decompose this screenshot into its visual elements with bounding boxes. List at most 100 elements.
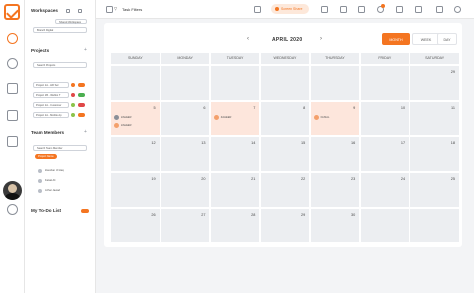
day-cell[interactable] xyxy=(310,66,360,100)
next-month-icon[interactable]: › xyxy=(320,36,322,42)
day-cell[interactable]: 17 xyxy=(360,137,410,171)
calendar-event[interactable]: ZAHEER xyxy=(114,123,132,129)
team-icon[interactable] xyxy=(7,58,18,69)
day-cell[interactable]: 27 xyxy=(160,208,210,243)
workspace-edit-icon[interactable] xyxy=(78,9,82,13)
day-cell[interactable]: 11 xyxy=(410,101,459,136)
day-view-button[interactable]: DAY xyxy=(437,33,457,45)
day-cell[interactable]: 13 xyxy=(160,137,210,171)
search-projects-input[interactable]: Search Projects xyxy=(33,62,87,68)
todo-count-badge[interactable] xyxy=(81,209,89,213)
day-cell[interactable]: 28 xyxy=(210,208,260,243)
back-arrow-icon[interactable] xyxy=(106,6,113,13)
menu-icon[interactable] xyxy=(254,6,261,13)
member-avatar xyxy=(38,189,42,193)
document-icon[interactable] xyxy=(7,110,18,121)
day-cell[interactable]: 25 xyxy=(410,173,459,207)
project-item[interactable]: Project 1A - Customer xyxy=(33,102,69,108)
day-number: 5 xyxy=(153,105,156,110)
day-cell[interactable]: 30 xyxy=(310,208,360,243)
calendar-nav-icon[interactable] xyxy=(7,83,18,94)
month-view-button[interactable]: MONTH xyxy=(382,33,410,45)
event-avatar xyxy=(114,123,119,129)
top-bar: ▽ Task Filters Screen Share xyxy=(96,0,474,19)
task-filters-dropdown[interactable]: Task Filters xyxy=(122,7,142,12)
day-cell[interactable] xyxy=(260,66,310,100)
screen-share-button[interactable]: Screen Share xyxy=(271,4,309,14)
user-avatar[interactable] xyxy=(3,181,22,200)
tag-icon[interactable] xyxy=(436,6,443,13)
project-item[interactable]: Project 1A - Mobile Ap xyxy=(33,112,69,118)
day-header-thursday: THURSDAY xyxy=(310,53,360,64)
day-cell[interactable]: 19 xyxy=(111,173,160,207)
day-cell[interactable] xyxy=(360,66,410,100)
project-progress-chip xyxy=(78,93,85,97)
prev-month-icon[interactable]: ‹ xyxy=(247,36,249,42)
day-cell[interactable]: 18 xyxy=(410,137,459,171)
day-cell[interactable]: 9 FAISAL xyxy=(310,101,360,136)
add-member-icon[interactable]: + xyxy=(84,130,87,135)
day-number: 16 xyxy=(350,141,356,146)
clipboard-icon[interactable] xyxy=(321,6,328,13)
day-cell[interactable]: 29 xyxy=(410,66,459,100)
day-number: 18 xyxy=(450,141,455,146)
day-cell[interactable]: 14 xyxy=(210,137,260,171)
help-icon[interactable] xyxy=(454,6,461,13)
report-icon[interactable] xyxy=(7,136,18,147)
project-item[interactable]: Project 1A - HR Sel xyxy=(33,82,69,88)
project-label: Project 1A - Customer xyxy=(36,104,62,107)
chart-icon[interactable] xyxy=(415,6,422,13)
board-icon[interactable] xyxy=(358,6,365,13)
day-cell[interactable]: 22 xyxy=(260,173,310,207)
day-number: 24 xyxy=(400,177,406,182)
shared-workspace-pill[interactable]: Shared Workspace xyxy=(55,19,87,24)
project-name-tag[interactable]: Project Name xyxy=(35,154,57,159)
day-cell[interactable]: 24 xyxy=(360,173,410,207)
search-team-input[interactable]: Search Team Member xyxy=(33,145,87,151)
filter-icon[interactable]: ▽ xyxy=(114,6,117,11)
calendar-event[interactable]: FAISAL xyxy=(313,115,329,121)
calendar-event[interactable]: ZAHEER xyxy=(114,115,132,121)
day-cell[interactable]: 5 ZAHEER ZAHEER xyxy=(111,101,160,136)
member-avatar xyxy=(38,179,42,183)
app-logo-icon[interactable] xyxy=(4,4,20,20)
day-header-friday: FRIDAY xyxy=(360,53,410,64)
day-cell[interactable]: 23 xyxy=(310,173,360,207)
day-cell[interactable]: 16 xyxy=(310,137,360,171)
week-view-button[interactable]: WEEK xyxy=(412,33,440,45)
day-cell[interactable]: 26 xyxy=(111,208,160,243)
day-cell[interactable]: 20 xyxy=(160,173,210,207)
day-cell[interactable]: 6 xyxy=(160,101,210,136)
day-cell[interactable] xyxy=(160,66,210,100)
day-cell[interactable]: 10 xyxy=(360,101,410,136)
dashboard-icon[interactable] xyxy=(7,33,18,44)
day-cell[interactable]: 15 xyxy=(260,137,310,171)
day-cell[interactable]: 8 xyxy=(260,101,310,136)
day-cell[interactable] xyxy=(360,208,410,243)
add-project-icon[interactable]: + xyxy=(84,48,87,53)
day-cell[interactable] xyxy=(410,208,459,243)
member-name[interactable]: Azhar Jawad xyxy=(45,189,60,192)
day-number: 20 xyxy=(201,177,206,182)
member-name[interactable]: Zeeshan Ul Haq xyxy=(45,169,64,172)
workspace-settings-icon[interactable] xyxy=(66,9,70,13)
settings-icon[interactable] xyxy=(7,204,18,215)
day-cell[interactable] xyxy=(111,66,160,100)
calendar-icon[interactable] xyxy=(340,6,347,13)
day-number: 26 xyxy=(151,212,156,217)
day-cell[interactable] xyxy=(210,66,260,100)
day-cell[interactable]: 7 ZAHEER xyxy=(210,101,260,136)
projects-title: Projects xyxy=(31,48,50,53)
calendar-event[interactable]: ZAHEER xyxy=(213,115,231,121)
day-cell[interactable]: 21 xyxy=(210,173,260,207)
day-cell[interactable]: 12 xyxy=(111,137,160,171)
day-cell[interactable]: 29 xyxy=(260,208,310,243)
shared-workspace-label: Shared Workspace xyxy=(59,20,82,24)
project-item[interactable]: Project 1B - Weblio T xyxy=(33,92,69,98)
left-panel: Workspaces Shared Workspace Branch Digit… xyxy=(25,0,96,293)
trash-icon[interactable] xyxy=(396,6,403,13)
member-name[interactable]: Faisal Ali xyxy=(45,179,55,182)
workspace-select-value: Branch Digital xyxy=(37,29,54,32)
workspace-select[interactable]: Branch Digital xyxy=(33,27,87,33)
day-number: 6 xyxy=(203,105,206,110)
